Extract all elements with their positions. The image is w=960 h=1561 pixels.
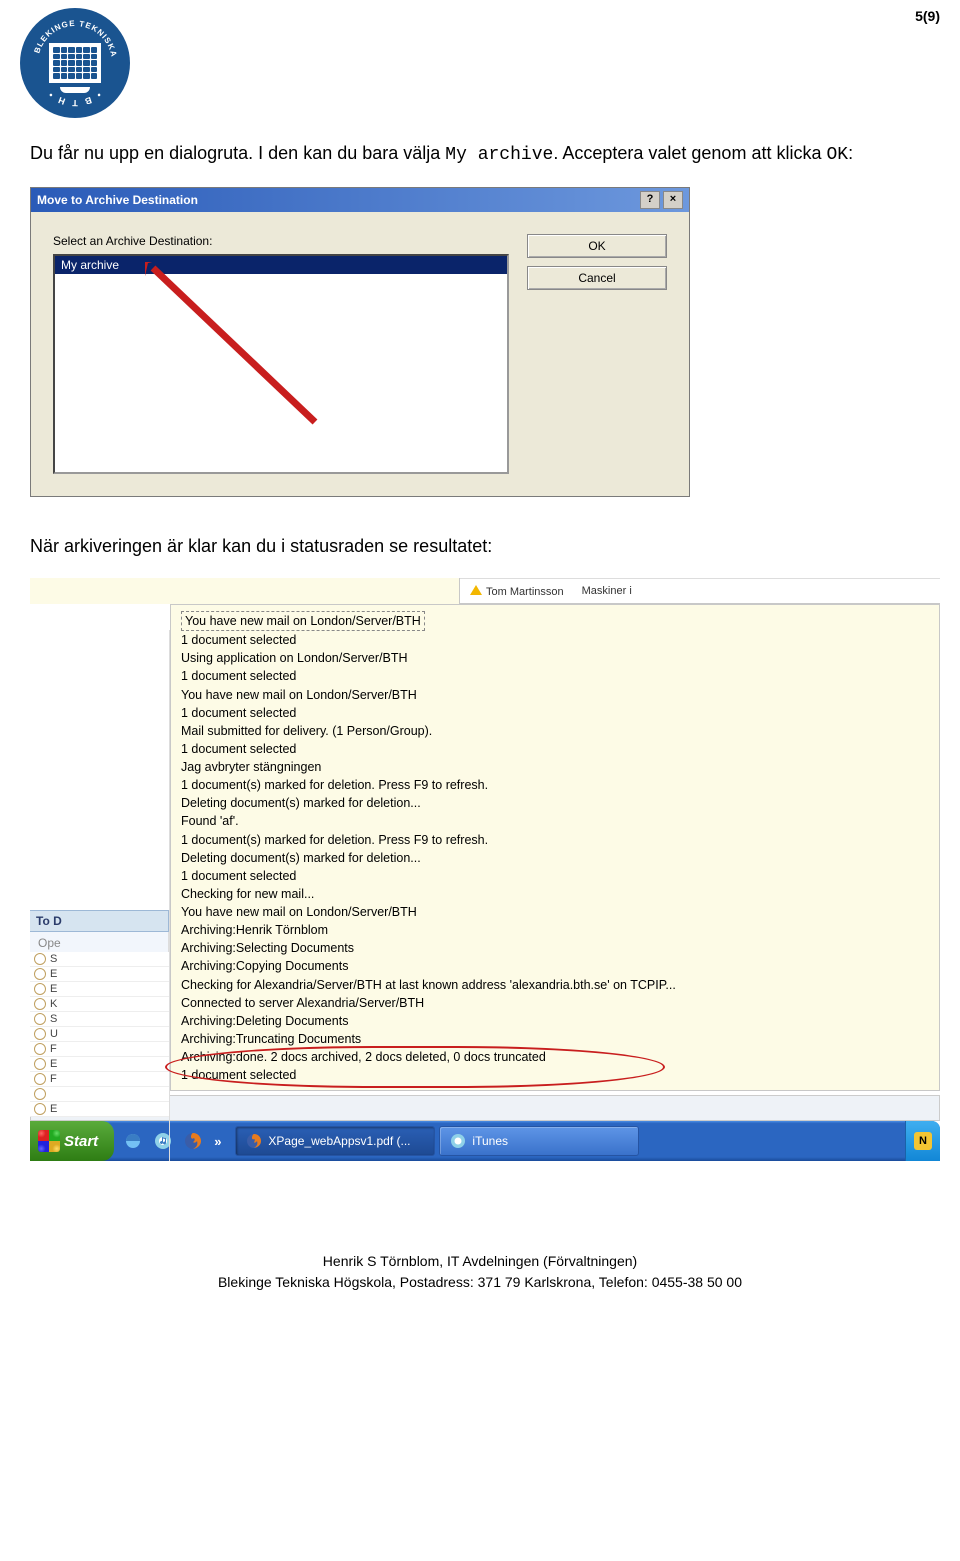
code-text: OK: [826, 145, 848, 165]
clock-icon: [34, 1058, 46, 1070]
sidebar-calendar-item[interactable]: E: [30, 982, 169, 997]
sidebar-item-ope[interactable]: Ope: [30, 932, 169, 952]
log-line: Mail submitted for delivery. (1 Person/G…: [181, 722, 929, 740]
sidebar-calendar-item[interactable]: E: [30, 1057, 169, 1072]
log-line: You have new mail on London/Server/BTH: [181, 686, 929, 704]
log-line: Checking for Alexandria/Server/BTH at la…: [181, 976, 929, 994]
log-line: 1 document(s) marked for deletion. Press…: [181, 776, 929, 794]
log-line: Archiving:Selecting Documents: [181, 939, 929, 957]
sidebar-calendar-item[interactable]: S: [30, 952, 169, 967]
page-footer: Henrik S Törnblom, IT Avdelningen (Förva…: [30, 1251, 930, 1293]
todo-section-header[interactable]: To D: [30, 910, 169, 932]
task-label: XPage_webAppsv1.pdf (...: [268, 1134, 410, 1148]
archive-dialog: Move to Archive Destination ? × Select a…: [30, 187, 690, 497]
page-number: 5(9): [915, 8, 940, 24]
close-icon[interactable]: ×: [663, 191, 683, 209]
cancel-button[interactable]: Cancel: [527, 266, 667, 290]
clock-icon: [34, 1103, 46, 1115]
log-line: Archiving:Deleting Documents: [181, 1012, 929, 1030]
code-text: My archive: [445, 145, 553, 165]
sidebar-calendar-item[interactable]: F: [30, 1072, 169, 1087]
firefox-icon: [246, 1133, 262, 1149]
log-line: 1 document selected: [181, 667, 929, 685]
log-line: You have new mail on London/Server/BTH: [181, 611, 929, 631]
clock-icon: [34, 1088, 46, 1100]
clock-icon: [34, 1028, 46, 1040]
log-line: Using application on London/Server/BTH: [181, 649, 929, 667]
log-line: Connected to server Alexandria/Server/BT…: [181, 994, 929, 1012]
archive-destination-label: Select an Archive Destination:: [53, 234, 509, 248]
log-line: You have new mail on London/Server/BTH: [181, 903, 929, 921]
clock-icon: [34, 968, 46, 980]
header-col2: Maskiner i: [582, 585, 632, 597]
dialog-titlebar: Move to Archive Destination ? ×: [31, 188, 689, 212]
clock-icon: [34, 953, 46, 965]
sidebar-calendar-item[interactable]: E: [30, 1102, 169, 1117]
list-item-my-archive[interactable]: My archive: [55, 256, 507, 274]
sidebar-calendar-item[interactable]: [30, 1087, 169, 1102]
clock-icon: [34, 1013, 46, 1025]
log-line: 1 document selected: [181, 740, 929, 758]
footer-line-2: Blekinge Tekniska Högskola, Postadress: …: [30, 1272, 930, 1293]
taskbar-task-pdf[interactable]: XPage_webAppsv1.pdf (...: [235, 1126, 435, 1156]
text: Du får nu upp en dialogruta. I den kan d…: [30, 143, 445, 163]
archive-destination-listbox[interactable]: My archive: [53, 254, 509, 474]
start-button[interactable]: Start: [30, 1121, 114, 1161]
tray-norton-icon[interactable]: N: [914, 1132, 932, 1150]
clock-icon: [34, 1043, 46, 1055]
start-label: Start: [64, 1133, 98, 1150]
help-icon[interactable]: ?: [640, 191, 660, 209]
log-line: Checking for new mail...: [181, 885, 929, 903]
task-label: iTunes: [472, 1134, 508, 1148]
log-line: Deleting document(s) marked for deletion…: [181, 794, 929, 812]
text: :: [848, 143, 853, 163]
red-arrow-annotation: [145, 262, 405, 474]
warning-icon: [470, 585, 482, 595]
clock-icon: [34, 998, 46, 1010]
left-sidebar: To D Ope S E E K S U F E F E ◄: [30, 630, 170, 1161]
bth-logo: BLEKINGE TEKNISKA HÖG • B T H •: [20, 8, 130, 118]
log-line: Archiving:Henrik Törnblom: [181, 921, 929, 939]
clock-icon: [34, 983, 46, 995]
taskbar-task-itunes[interactable]: iTunes: [439, 1126, 639, 1156]
paragraph-2: När arkiveringen är klar kan du i status…: [30, 533, 930, 560]
list-header-row: Tom Martinsson Maskiner i: [460, 578, 940, 603]
log-line: Archiving:done. 2 docs archived, 2 docs …: [181, 1048, 929, 1066]
ok-button[interactable]: OK: [527, 234, 667, 258]
dialog-title-text: Move to Archive Destination: [37, 193, 198, 207]
log-line: 1 document(s) marked for deletion. Press…: [181, 831, 929, 849]
system-tray: N: [905, 1121, 940, 1161]
log-line: 1 document selected: [181, 867, 929, 885]
log-line: Archiving:Copying Documents: [181, 957, 929, 975]
log-line: 1 document selected: [181, 704, 929, 722]
text: . Acceptera valet genom att klicka: [553, 143, 826, 163]
status-log: You have new mail on London/Server/BTH1 …: [170, 604, 940, 1091]
header-name: Tom Martinsson: [486, 586, 564, 598]
quicklaunch-more-icon[interactable]: »: [210, 1134, 225, 1149]
log-line: 1 document selected: [181, 1066, 929, 1084]
sidebar-calendar-item[interactable]: U: [30, 1027, 169, 1042]
log-line: Archiving:Truncating Documents: [181, 1030, 929, 1048]
sidebar-calendar-item[interactable]: F: [30, 1042, 169, 1057]
paragraph-1: Du får nu upp en dialogruta. I den kan d…: [30, 140, 930, 169]
quicklaunch-firefox-icon[interactable]: [180, 1128, 206, 1154]
sidebar-calendar-item[interactable]: S: [30, 1012, 169, 1027]
sidebar-calendar-item[interactable]: E: [30, 967, 169, 982]
log-line: 1 document selected: [181, 631, 929, 649]
log-line: Found 'af'.: [181, 812, 929, 830]
status-log-screenshot: Tom Martinsson Maskiner i To D Ope S E E…: [30, 578, 940, 1161]
logo-screen-icon: [49, 43, 101, 83]
sidebar-calendar-item[interactable]: K: [30, 997, 169, 1012]
footer-line-1: Henrik S Törnblom, IT Avdelningen (Förva…: [30, 1251, 930, 1272]
itunes-icon: [450, 1133, 466, 1149]
log-line: Deleting document(s) marked for deletion…: [181, 849, 929, 867]
clock-icon: [34, 1073, 46, 1085]
log-line: Jag avbryter stängningen: [181, 758, 929, 776]
